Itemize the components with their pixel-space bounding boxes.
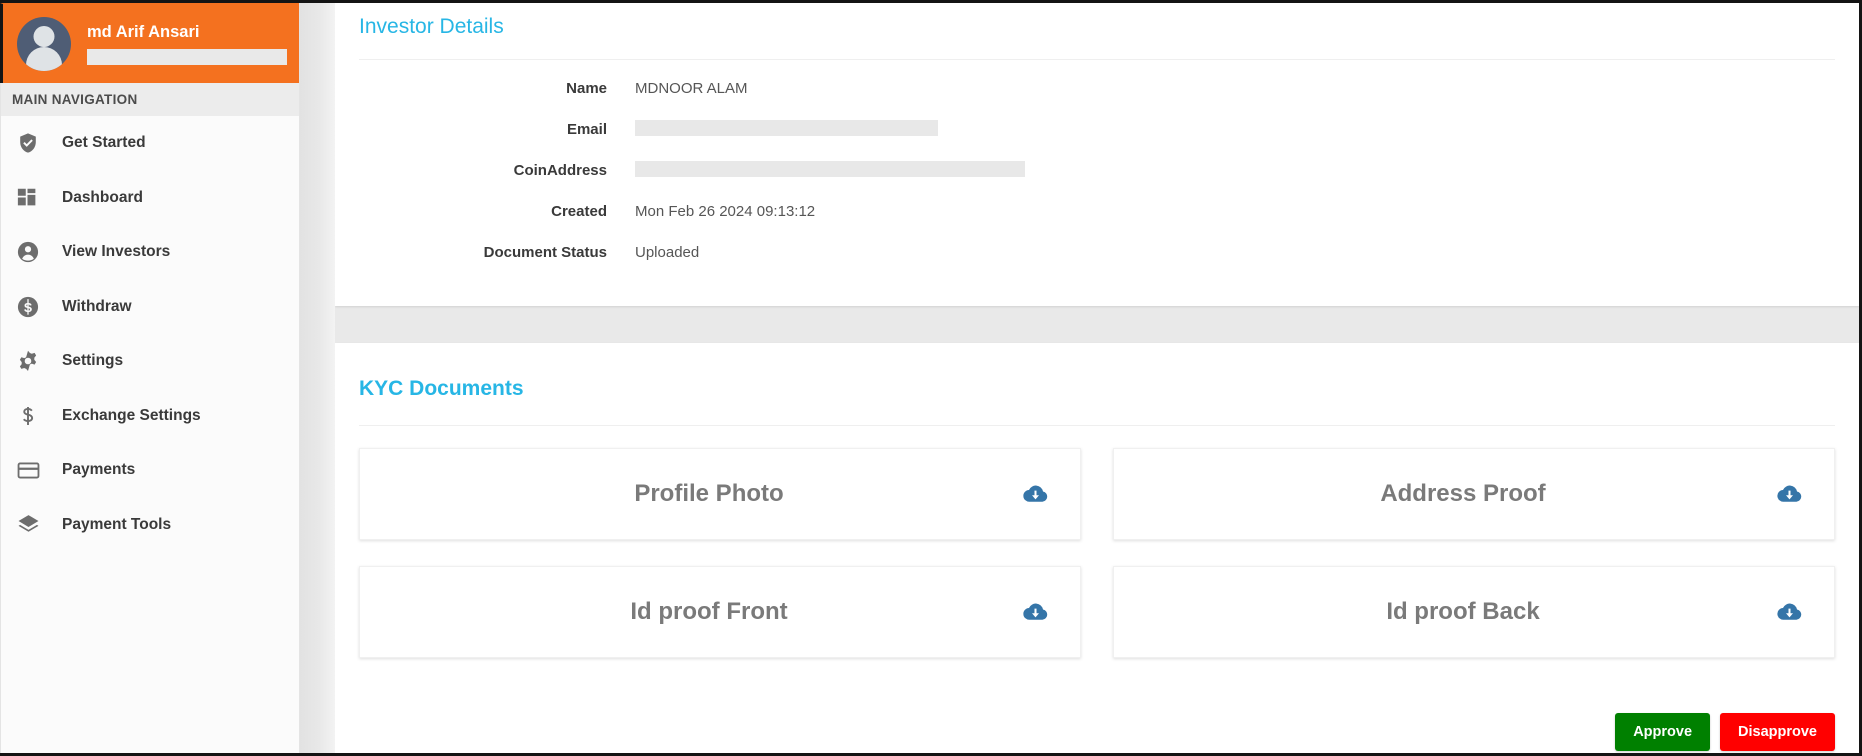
main-content: Investor Details Name MDNOOR ALAM Email …: [335, 3, 1859, 756]
user-name: md Arif Ansari: [87, 22, 285, 42]
detail-label: Name: [335, 80, 635, 97]
sidebar-item-label: Get Started: [62, 134, 146, 152]
detail-row-document-status: Document Status Uploaded: [335, 232, 1859, 273]
admin-dashboard-page: md Arif Ansari MAIN NAVIGATION Get Start…: [0, 0, 1862, 756]
detail-row-email: Email: [335, 109, 1859, 150]
doc-card-label: Id proof Front: [360, 598, 1018, 626]
kyc-action-buttons: Approve Disapprove: [1615, 713, 1835, 751]
doc-card-id-proof-front[interactable]: Id proof Front: [359, 566, 1081, 658]
sidebar-item-label: Payments: [62, 461, 135, 479]
detail-label: Document Status: [335, 244, 635, 261]
sidebar-item-label: Exchange Settings: [62, 407, 201, 425]
detail-value-redacted: [635, 161, 1025, 181]
dashboard-grid-icon: [17, 187, 47, 208]
doc-card-label: Address Proof: [1114, 480, 1772, 508]
sidebar-item-label: Dashboard: [62, 189, 143, 207]
sidebar-content-gutter: [300, 3, 335, 756]
dollar-circle-icon: S: [17, 296, 47, 318]
credit-card-icon: [17, 459, 47, 482]
cloud-download-icon[interactable]: [1772, 599, 1806, 626]
sidebar-item-label: Payment Tools: [62, 516, 171, 534]
detail-label: Created: [335, 203, 635, 220]
doc-card-address-proof[interactable]: Address Proof: [1113, 448, 1835, 540]
sidebar: md Arif Ansari MAIN NAVIGATION Get Start…: [0, 3, 300, 756]
detail-value: MDNOOR ALAM: [635, 80, 748, 97]
kyc-documents-card: KYC Documents Profile Photo Address Proo…: [335, 343, 1859, 756]
gear-icon: [17, 350, 47, 372]
doc-card-label: Id proof Back: [1114, 598, 1772, 626]
detail-row-coinaddress: CoinAddress: [335, 150, 1859, 191]
detail-row-created: Created Mon Feb 26 2024 09:13:12: [335, 191, 1859, 232]
kyc-documents-grid: Profile Photo Address Proof: [335, 426, 1859, 658]
user-status-bar: [87, 49, 287, 65]
investor-details-list: Name MDNOOR ALAM Email CoinAddress: [335, 60, 1859, 273]
detail-row-name: Name MDNOOR ALAM: [335, 68, 1859, 109]
redaction-bar: [635, 161, 1025, 177]
detail-value-redacted: [635, 120, 938, 140]
layers-icon: [17, 513, 47, 536]
user-info: md Arif Ansari: [87, 22, 285, 65]
doc-card-profile-photo[interactable]: Profile Photo: [359, 448, 1081, 540]
sidebar-item-label: Settings: [62, 352, 123, 370]
user-panel[interactable]: md Arif Ansari: [0, 3, 299, 83]
nav-section-header: MAIN NAVIGATION: [0, 83, 299, 116]
cloud-download-icon[interactable]: [1772, 481, 1806, 508]
doc-card-id-proof-back[interactable]: Id proof Back: [1113, 566, 1835, 658]
redaction-bar: [635, 120, 938, 136]
detail-label: Email: [335, 121, 635, 138]
cloud-download-icon[interactable]: [1018, 599, 1052, 626]
detail-value: Mon Feb 26 2024 09:13:12: [635, 203, 815, 220]
disapprove-button[interactable]: Disapprove: [1720, 713, 1835, 751]
investor-details-card: Investor Details Name MDNOOR ALAM Email …: [335, 0, 1859, 306]
sidebar-item-label: View Investors: [62, 243, 170, 261]
sidebar-item-get-started[interactable]: Get Started: [1, 116, 299, 171]
cloud-download-icon[interactable]: [1018, 481, 1052, 508]
sidebar-item-payments[interactable]: Payments: [1, 443, 299, 498]
sidebar-item-label: Withdraw: [62, 298, 132, 316]
sidebar-item-exchange-settings[interactable]: Exchange Settings: [1, 389, 299, 444]
sidebar-nav-list: Get Started Dashboard: [0, 116, 299, 756]
approve-button[interactable]: Approve: [1615, 713, 1710, 751]
dollar-sign-icon: [17, 405, 47, 427]
detail-value: Uploaded: [635, 244, 699, 261]
sidebar-item-dashboard[interactable]: Dashboard: [1, 171, 299, 226]
user-circle-icon: [17, 241, 47, 263]
sidebar-item-withdraw[interactable]: S Withdraw: [1, 280, 299, 335]
sidebar-item-payment-tools[interactable]: Payment Tools: [1, 498, 299, 553]
user-avatar-icon: [17, 17, 71, 71]
sidebar-item-view-investors[interactable]: View Investors: [1, 225, 299, 280]
sidebar-item-settings[interactable]: Settings: [1, 334, 299, 389]
doc-card-label: Profile Photo: [360, 480, 1018, 508]
investor-details-title: Investor Details: [335, 0, 1859, 41]
shield-check-icon: [17, 132, 47, 154]
kyc-documents-title: KYC Documents: [335, 343, 1859, 403]
detail-label: CoinAddress: [335, 162, 635, 179]
